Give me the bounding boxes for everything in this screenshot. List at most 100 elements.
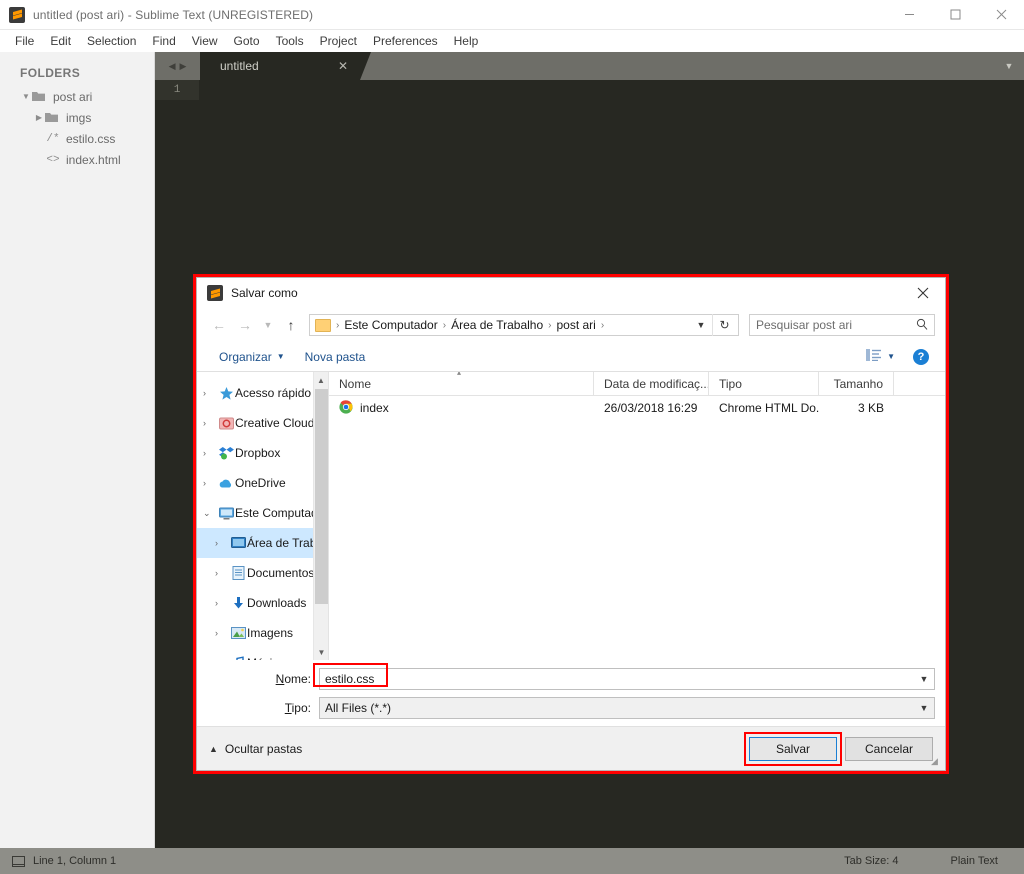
chrome-icon <box>339 400 353 417</box>
tab-untitled[interactable]: untitled ✕ <box>200 52 360 80</box>
breadcrumb-item-post-ari[interactable]: post ari <box>552 318 599 332</box>
organize-button[interactable]: Organizar ▼ <box>209 350 295 364</box>
sidebar-item-post-ari[interactable]: ▼ post ari <box>0 86 154 107</box>
sublime-logo-icon <box>9 7 25 23</box>
menu-edit[interactable]: Edit <box>42 32 79 50</box>
chevron-down-icon[interactable]: ▼ <box>259 313 277 337</box>
menu-project[interactable]: Project <box>312 32 365 50</box>
close-icon[interactable] <box>901 278 945 308</box>
resize-grip-icon[interactable]: ◢ <box>931 757 941 767</box>
column-header-name[interactable]: Nome ▴ <box>329 372 594 396</box>
new-folder-button[interactable]: Nova pasta <box>295 350 376 364</box>
column-header-size[interactable]: Tamanho <box>819 372 894 396</box>
save-button[interactable]: Salvar <box>749 737 837 761</box>
sidebar-item-imgs[interactable]: ▶ imgs <box>0 107 154 128</box>
nav-item-documentos[interactable]: › Documentos <box>197 558 328 588</box>
chevron-up-icon[interactable]: ▲ <box>314 372 328 388</box>
chevron-right-icon[interactable]: ▶ <box>33 113 45 122</box>
sidebar-item-label: post ari <box>53 90 92 104</box>
menu-help[interactable]: Help <box>446 32 487 50</box>
chevron-right-icon[interactable]: › <box>215 628 229 638</box>
table-row[interactable]: index 26/03/2018 16:29 Chrome HTML Do...… <box>329 396 945 420</box>
close-icon[interactable]: ✕ <box>338 59 348 73</box>
file-name-combo[interactable]: ▼ <box>319 668 935 690</box>
chevron-right-icon[interactable]: › <box>203 448 217 458</box>
chevron-right-icon[interactable]: › <box>215 538 229 548</box>
chevron-down-icon[interactable]: ▼ <box>914 674 934 684</box>
column-header-modified[interactable]: Data de modificaç... <box>594 372 709 396</box>
sidebar-item-index-html[interactable]: <> index.html <box>0 149 154 170</box>
nav-item-label: Acesso rápido <box>235 386 311 400</box>
layout-icon[interactable] <box>12 856 25 867</box>
tab-nav-arrows[interactable]: ◀ ▶ <box>155 52 200 80</box>
chevron-right-icon[interactable]: › <box>203 478 217 488</box>
search-icon[interactable] <box>916 318 928 333</box>
breadcrumb-separator: › <box>600 320 605 331</box>
sublime-logo-icon <box>207 285 223 301</box>
breadcrumb-item-desktop[interactable]: Área de Trabalho <box>447 318 547 332</box>
menu-file[interactable]: File <box>7 32 42 50</box>
minimize-icon[interactable] <box>886 0 932 30</box>
chevron-right-icon[interactable]: › <box>203 418 217 428</box>
menu-tools[interactable]: Tools <box>268 32 312 50</box>
hide-folders-button[interactable]: ▲ Ocultar pastas <box>209 742 302 756</box>
file-type-combo[interactable]: All Files (*.*) ▼ <box>319 697 935 719</box>
statusbar-tab-size[interactable]: Tab Size: 4 <box>844 855 898 867</box>
arrow-right-icon[interactable]: → <box>233 313 257 337</box>
sidebar-item-label: index.html <box>66 153 121 167</box>
nav-item-dropbox[interactable]: › Dropbox <box>197 438 328 468</box>
folder-icon <box>315 319 331 332</box>
chevron-down-icon[interactable]: ▼ <box>20 92 32 101</box>
scrollbar-thumb[interactable] <box>315 389 328 604</box>
html-file-icon: <> <box>45 154 61 166</box>
chevron-down-icon[interactable]: ▼ <box>314 644 329 660</box>
chevron-down-icon[interactable]: ▼ <box>994 52 1024 80</box>
chevron-down-icon[interactable]: ⌄ <box>203 508 217 519</box>
nav-item-onedrive[interactable]: › OneDrive <box>197 468 328 498</box>
chevron-down-icon[interactable]: ▼ <box>914 703 934 713</box>
chevron-right-icon[interactable]: › <box>203 388 217 398</box>
menu-view[interactable]: View <box>184 32 226 50</box>
menubar: File Edit Selection Find View Goto Tools… <box>0 30 1024 52</box>
view-options-button[interactable]: ▼ <box>866 349 895 364</box>
nav-item-imagens[interactable]: › Imagens <box>197 618 328 648</box>
search-box[interactable] <box>749 314 935 336</box>
cancel-button[interactable]: Cancelar <box>845 737 933 761</box>
file-type-value: All Files (*.*) <box>320 701 914 715</box>
chevron-right-icon[interactable]: › <box>215 598 229 608</box>
column-header-type[interactable]: Tipo <box>709 372 819 396</box>
chevron-right-icon[interactable]: › <box>215 658 229 660</box>
maximize-icon[interactable] <box>932 0 978 30</box>
statusbar-syntax[interactable]: Plain Text <box>951 855 999 867</box>
chevron-right-icon[interactable]: ▶ <box>180 62 187 71</box>
chevron-left-icon[interactable]: ◀ <box>169 62 176 71</box>
menu-preferences[interactable]: Preferences <box>365 32 446 50</box>
close-icon[interactable] <box>978 0 1024 30</box>
nav-item-musicas[interactable]: › Músicas <box>197 648 328 660</box>
arrow-up-icon[interactable]: ↑ <box>279 313 303 337</box>
sidebar-item-estilo-css[interactable]: /* estilo.css <box>0 128 154 149</box>
window-controls <box>886 0 1024 30</box>
search-input[interactable] <box>756 318 916 332</box>
menu-goto[interactable]: Goto <box>226 32 268 50</box>
chevron-down-icon[interactable]: ▼ <box>690 320 712 330</box>
help-icon[interactable]: ? <box>913 349 929 365</box>
refresh-icon[interactable]: ↻ <box>712 314 736 336</box>
sidebar-item-label: estilo.css <box>66 132 115 146</box>
dialog-buttons: Salvar Cancelar <box>749 737 933 761</box>
navigation-list: › Acesso rápido › Creative Cloud Fil <box>197 372 328 660</box>
breadcrumb[interactable]: › Este Computador › Área de Trabalho › p… <box>309 314 739 336</box>
nav-item-creative-cloud[interactable]: › Creative Cloud Fil <box>197 408 328 438</box>
chevron-right-icon[interactable]: › <box>215 568 229 578</box>
nav-item-area-de-trabalho[interactable]: › Área de Trabalho <box>197 528 328 558</box>
nav-item-este-computador[interactable]: ⌄ Este Computador <box>197 498 328 528</box>
navigation-scrollbar[interactable]: ▲ ▼ <box>313 372 328 660</box>
menu-find[interactable]: Find <box>144 32 183 50</box>
breadcrumb-item-computer[interactable]: Este Computador <box>340 318 441 332</box>
file-name-input[interactable] <box>320 669 914 689</box>
arrow-left-icon[interactable]: ← <box>207 313 231 337</box>
nav-item-acesso-rapido[interactable]: › Acesso rápido <box>197 378 328 408</box>
nav-item-downloads[interactable]: › Downloads <box>197 588 328 618</box>
menu-selection[interactable]: Selection <box>79 32 144 50</box>
nav-item-label: Downloads <box>247 596 306 610</box>
